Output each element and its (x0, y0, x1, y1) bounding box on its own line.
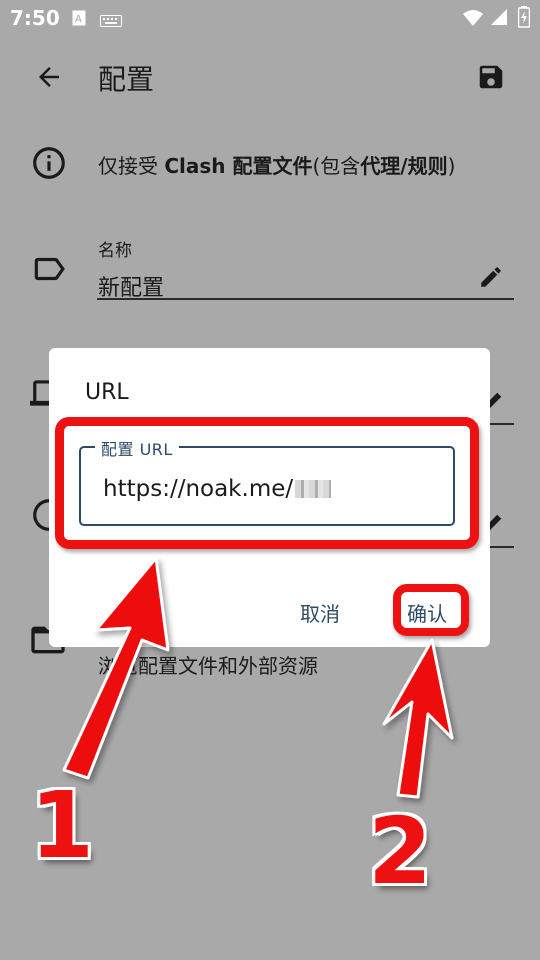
step-number-1: 1 (30, 772, 95, 879)
step-number-2: 2 (368, 798, 433, 905)
